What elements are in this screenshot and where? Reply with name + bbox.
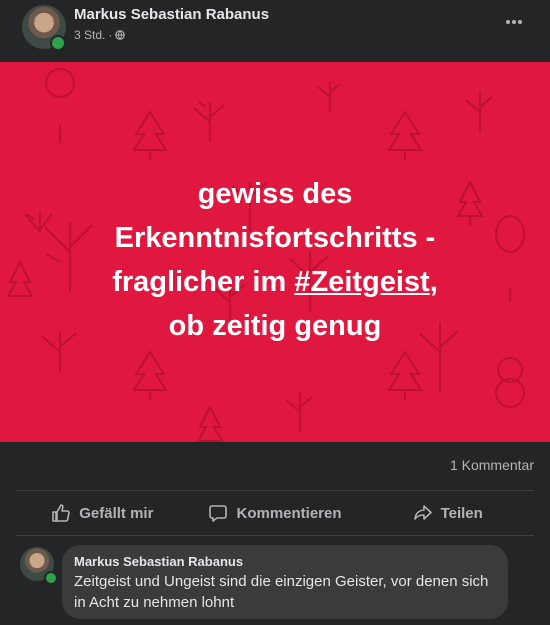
share-button[interactable]: Teilen (361, 494, 534, 532)
post-card: Markus Sebastian Rabanus 3 Std. · gewiss… (0, 0, 550, 625)
commenter-online-indicator (44, 571, 58, 585)
comment-bubble: Markus Sebastian Rabanus Zeitgeist und U… (62, 545, 508, 619)
divider-bottom (16, 535, 534, 536)
more-options-icon[interactable] (502, 10, 526, 34)
post-image-text: gewiss des Erkenntnisfortschritts - frag… (0, 172, 550, 348)
share-label: Teilen (440, 504, 483, 522)
post-image[interactable]: gewiss des Erkenntnisfortschritts - frag… (0, 62, 550, 442)
comment-count-link[interactable]: 1 Kommentar (450, 457, 534, 473)
post-text-line-3-prefix: fraglicher im (112, 266, 295, 298)
like-button[interactable]: Gefällt mir (16, 494, 189, 532)
post-header: Markus Sebastian Rabanus 3 Std. · (0, 0, 550, 62)
post-text-line-2: Erkenntnisfortschritts - (114, 222, 436, 254)
post-author-name[interactable]: Markus Sebastian Rabanus (74, 6, 269, 23)
comment-button[interactable]: Kommentieren (189, 494, 362, 532)
divider-top (16, 490, 534, 491)
comment-label: Kommentieren (236, 504, 342, 522)
online-status-indicator (50, 35, 66, 51)
post-timestamp[interactable]: 3 Std. (74, 28, 105, 42)
comment-text: Zeitgeist und Ungeist sind die einzigen … (74, 573, 489, 611)
comment-icon (209, 505, 228, 522)
hashtag-link[interactable]: #Zeitgeist (294, 266, 429, 298)
share-icon (413, 505, 432, 520)
globe-icon (115, 30, 126, 40)
comment-author[interactable]: Markus Sebastian Rabanus (74, 554, 243, 569)
post-text-line-3-suffix: , (429, 266, 438, 298)
meta-separator: · (108, 28, 113, 42)
comment-item: Markus Sebastian Rabanus Zeitgeist und U… (18, 545, 538, 625)
post-text-line-3: fraglicher im #Zeitgeist, (0, 260, 550, 304)
post-text-line-1: gewiss des (197, 178, 353, 210)
action-bar: Gefällt mir Kommentieren Teilen (16, 494, 534, 532)
like-label: Gefällt mir (79, 504, 154, 522)
post-text-line-4: ob zeitig genug (168, 310, 382, 342)
post-meta: 3 Std. · (74, 28, 126, 42)
like-icon (52, 504, 71, 522)
